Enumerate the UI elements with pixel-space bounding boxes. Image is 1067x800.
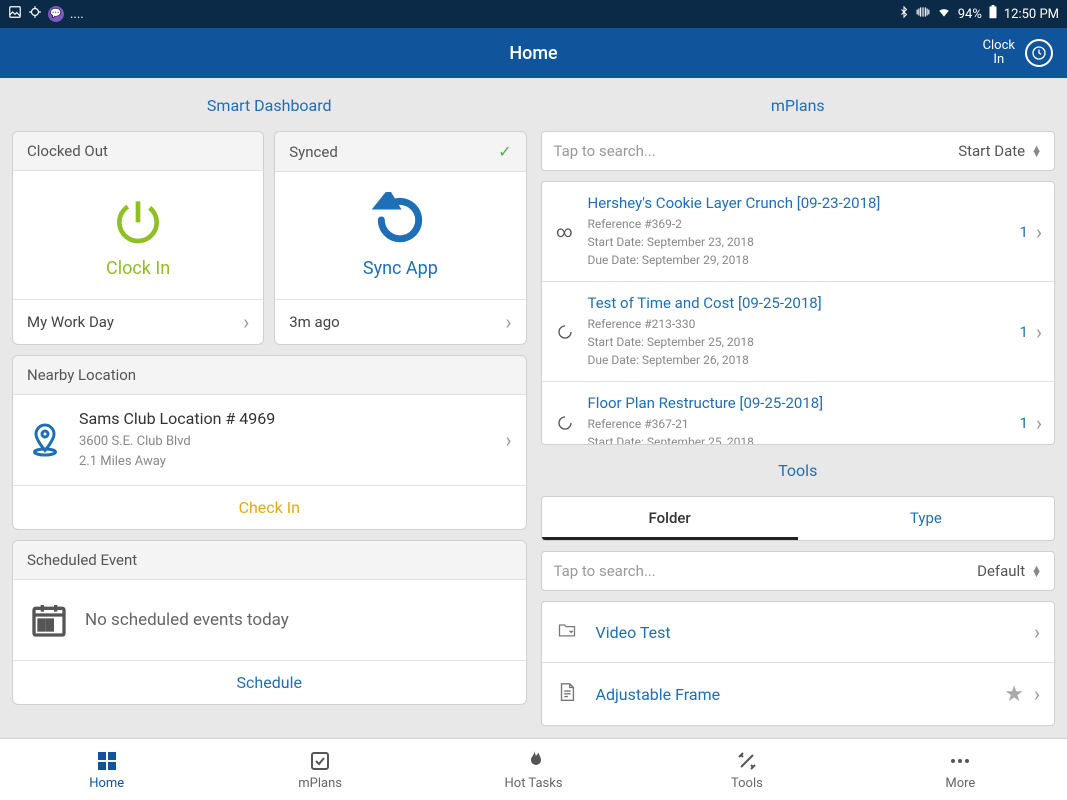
plan-item[interactable]: Floor Plan Restructure [09-25-2018] Refe… xyxy=(542,382,1055,445)
wifi-icon xyxy=(936,5,952,23)
tools-icon xyxy=(735,749,759,773)
spinner-icon xyxy=(554,324,576,340)
clock-time: 12:50 PM xyxy=(1004,7,1059,22)
mplans-title: mPlans xyxy=(541,90,1056,121)
document-icon xyxy=(556,681,582,707)
mplans-sort-select[interactable]: Start Date ▲▼ xyxy=(958,142,1042,160)
app-header: Home Clock In xyxy=(0,28,1067,78)
event-header: Scheduled Event xyxy=(27,551,137,569)
more-icon xyxy=(948,749,972,773)
tab-type[interactable]: Type xyxy=(798,497,1054,540)
tab-folder[interactable]: Folder xyxy=(542,497,798,540)
tools-search-placeholder: Tap to search... xyxy=(554,562,656,580)
tools-list: Video Test › Adjustable Frame ★ › xyxy=(541,601,1056,726)
clock-icon xyxy=(1025,39,1053,67)
sync-history-button[interactable]: 3m ago › xyxy=(275,299,525,344)
status-icon xyxy=(28,5,42,23)
event-empty-text: No scheduled events today xyxy=(85,610,289,630)
tools-tabs: Folder Type xyxy=(541,496,1056,541)
flame-icon xyxy=(522,749,546,773)
location-distance: 2.1 Miles Away xyxy=(79,452,489,472)
tool-item[interactable]: Adjustable Frame ★ › xyxy=(542,663,1055,725)
grid-icon xyxy=(95,749,119,773)
star-icon[interactable]: ★ xyxy=(1004,682,1024,707)
nav-home[interactable]: Home xyxy=(0,739,213,800)
location-pin-icon xyxy=(27,422,63,458)
clock-in-button[interactable]: Clock In xyxy=(13,171,263,299)
power-icon xyxy=(110,192,166,248)
chevron-right-icon: › xyxy=(1034,682,1040,706)
chevron-right-icon: › xyxy=(505,310,511,334)
location-name: Sams Club Location # 4969 xyxy=(79,409,489,428)
plan-item[interactable]: Test of Time and Cost [09-25-2018] Refer… xyxy=(542,282,1055,382)
chevron-right-icon: › xyxy=(1036,320,1042,344)
check-in-button[interactable]: Check In xyxy=(13,485,526,529)
mplans-list: ∞ Hershey's Cookie Layer Crunch [09-23-2… xyxy=(541,181,1056,445)
chevron-right-icon: › xyxy=(243,310,249,334)
chevron-right-icon: › xyxy=(1034,620,1040,644)
check-icon: ✓ xyxy=(498,142,511,161)
calendar-icon xyxy=(29,600,69,640)
location-header: Nearby Location xyxy=(27,366,136,384)
synced-card: Synced ✓ Sync App 3m ago › xyxy=(274,131,526,345)
sort-arrows-icon: ▲▼ xyxy=(1031,146,1042,157)
page-title: Home xyxy=(509,43,557,64)
bluetooth-icon xyxy=(898,5,910,23)
sort-arrows-icon: ▲▼ xyxy=(1031,566,1042,577)
schedule-button[interactable]: Schedule xyxy=(13,660,526,704)
battery-percent: 94% xyxy=(958,7,982,22)
tools-title: Tools xyxy=(541,455,1056,486)
tool-item[interactable]: Video Test › xyxy=(542,602,1055,663)
nav-tools[interactable]: Tools xyxy=(640,739,853,800)
chevron-right-icon: › xyxy=(505,428,511,452)
synced-header: Synced xyxy=(289,143,338,161)
vibrate-icon xyxy=(916,5,930,23)
status-more: .... xyxy=(70,7,84,22)
nav-mplans[interactable]: mPlans xyxy=(213,739,426,800)
location-address: 3600 S.E. Club Blvd xyxy=(79,432,489,452)
chevron-right-icon: › xyxy=(1036,220,1042,244)
mplans-search[interactable]: Tap to search... Start Date ▲▼ xyxy=(541,131,1056,171)
sync-icon xyxy=(372,192,428,248)
battery-icon xyxy=(988,5,998,23)
folder-icon xyxy=(556,620,582,644)
clocked-card: Clocked Out Clock In My Work Day › xyxy=(12,131,264,345)
smart-dashboard-title: Smart Dashboard xyxy=(12,90,527,121)
chevron-right-icon: › xyxy=(1036,411,1042,435)
tools-search[interactable]: Tap to search... Default ▲▼ xyxy=(541,551,1056,591)
sync-app-button[interactable]: Sync App xyxy=(275,172,525,299)
infinity-icon: ∞ xyxy=(554,222,576,241)
checkbox-icon xyxy=(308,749,332,773)
spinner-icon xyxy=(554,415,576,431)
search-placeholder: Tap to search... xyxy=(554,142,656,160)
tools-sort-select[interactable]: Default ▲▼ xyxy=(977,562,1042,580)
location-row[interactable]: Sams Club Location # 4969 3600 S.E. Club… xyxy=(13,395,526,485)
bottom-nav: Home mPlans Hot Tasks Tools More xyxy=(0,738,1067,800)
nav-more[interactable]: More xyxy=(854,739,1067,800)
plan-item[interactable]: ∞ Hershey's Cookie Layer Crunch [09-23-2… xyxy=(542,182,1055,282)
my-work-day-button[interactable]: My Work Day › xyxy=(13,299,263,344)
chat-icon: 💬 xyxy=(48,6,64,22)
header-clock-in-button[interactable]: Clock In xyxy=(983,39,1053,68)
nearby-location-card: Nearby Location Sams Club Location # 496… xyxy=(12,355,527,530)
clocked-header: Clocked Out xyxy=(27,142,108,160)
image-icon xyxy=(8,5,22,23)
scheduled-event-card: Scheduled Event No scheduled events toda… xyxy=(12,540,527,705)
android-status-bar: 💬 .... 94% 12:50 PM xyxy=(0,0,1067,28)
nav-hot-tasks[interactable]: Hot Tasks xyxy=(427,739,640,800)
